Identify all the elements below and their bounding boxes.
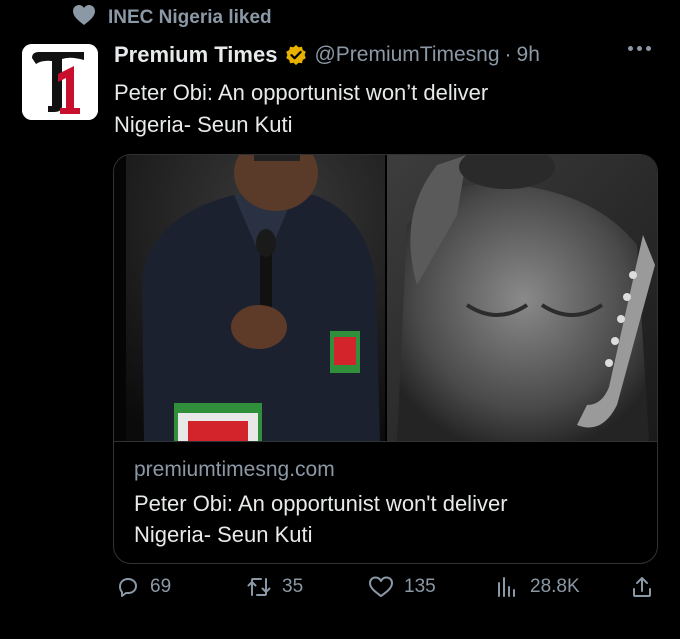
tweet-text: Peter Obi: An opportunist won’t deliver … xyxy=(114,80,489,137)
social-context[interactable]: INEC Nigeria liked xyxy=(72,4,272,31)
share-button[interactable] xyxy=(630,575,654,599)
verified-badge-icon xyxy=(285,44,307,66)
link-card[interactable]: premiumtimesng.com Peter Obi: An opportu… xyxy=(113,154,658,564)
reply-button[interactable]: 69 xyxy=(116,575,171,599)
card-info[interactable]: premiumtimesng.com Peter Obi: An opportu… xyxy=(114,441,657,563)
views-button[interactable]: 28.8K xyxy=(494,575,580,599)
premium-times-logo xyxy=(22,44,98,120)
views-count: 28.8K xyxy=(530,576,580,597)
retweet-count: 35 xyxy=(282,576,304,597)
like-count: 135 xyxy=(404,576,436,597)
author-name[interactable]: Premium Times xyxy=(114,42,277,68)
author-handle[interactable]: @PremiumTimesng xyxy=(314,43,499,67)
reply-icon xyxy=(116,575,140,599)
photo-seun-kuti-saxophone xyxy=(387,155,657,441)
tweet-header: Premium Times @PremiumTimesng · 9h xyxy=(114,42,540,68)
like-icon xyxy=(368,575,394,599)
reply-count: 69 xyxy=(150,576,172,597)
retweet-button[interactable]: 35 xyxy=(246,575,303,599)
card-title: Peter Obi: An opportunist won't deliver … xyxy=(134,491,508,547)
card-media[interactable] xyxy=(114,155,657,441)
retweet-icon xyxy=(246,575,272,599)
photo-peter-obi-speaking xyxy=(114,155,385,441)
card-domain: premiumtimesng.com xyxy=(134,458,335,481)
views-icon xyxy=(494,575,520,599)
share-icon xyxy=(630,575,654,599)
separator-dot: · xyxy=(504,43,512,66)
like-button[interactable]: 135 xyxy=(368,575,436,599)
action-bar: 69 35 135 28.8K xyxy=(0,575,680,615)
avatar[interactable] xyxy=(22,44,98,120)
tweet-timestamp[interactable]: 9h xyxy=(517,43,540,67)
more-options-icon[interactable] xyxy=(628,46,651,51)
liked-by-text: INEC Nigeria liked xyxy=(108,6,272,28)
heart-filled-icon xyxy=(72,4,96,31)
